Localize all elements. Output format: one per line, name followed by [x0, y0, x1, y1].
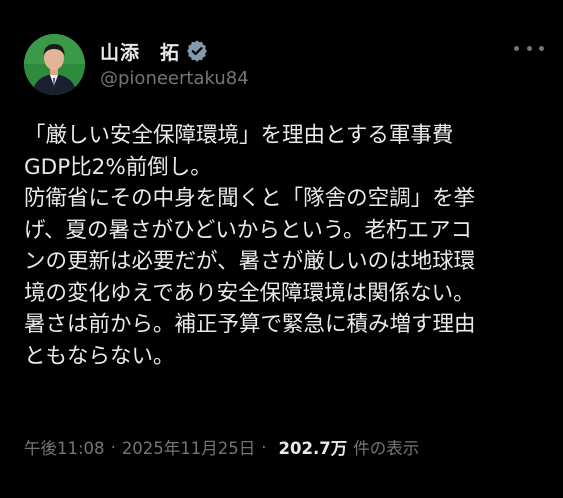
- post-text-line: 防衛省にその中身を聞くと「隊舎の空調」を挙: [24, 186, 476, 211]
- post-text: 「厳しい安全保障環境」を理由とする軍事費 GDP比2%前倒し。 防衛省にその中身…: [24, 120, 554, 372]
- post-text-line: GDP比2%前倒し。: [24, 154, 212, 180]
- verified-badge-icon: [186, 40, 208, 62]
- more-dot: [514, 45, 519, 51]
- more-options-icon[interactable]: [514, 40, 544, 56]
- view-count-label: 件の表示: [353, 439, 420, 458]
- post: 山添 拓 @pioneertaku84 「厳しい安全保障環境」を理由とする軍事費…: [0, 0, 563, 498]
- post-meta: 午後11:08 · 2025年11月25日 · 202.7万 件の表示: [24, 433, 419, 461]
- post-text-line: ともならない。: [24, 343, 175, 369]
- post-text-line: ンの更新は必要だが、暑さが厳しいのは地球環: [24, 249, 476, 274]
- post-header: 山添 拓 @pioneertaku84: [24, 34, 544, 98]
- more-dot: [526, 45, 532, 51]
- handle[interactable]: @pioneertaku84: [100, 68, 249, 89]
- name-row: 山添 拓: [100, 38, 208, 64]
- post-text-line: 「厳しい安全保障環境」を理由とする軍事費: [24, 123, 454, 148]
- post-text-line: げ、夏の暑さがひどいからという。老朽エアコ: [24, 217, 473, 243]
- meta-separator: ·: [110, 437, 116, 457]
- avatar[interactable]: [24, 34, 85, 95]
- meta-separator: ·: [261, 437, 267, 457]
- avatar-image: [24, 34, 85, 95]
- display-name[interactable]: 山添 拓: [100, 38, 180, 65]
- more-dot: [539, 45, 544, 51]
- post-time[interactable]: 午後11:08: [24, 435, 105, 459]
- post-text-line: 境の変化ゆえであり安全保障環境は関係ない。: [24, 280, 475, 306]
- post-text-line: 暑さは前から。補正予算で緊急に積み増す理由: [24, 312, 476, 337]
- post-date[interactable]: 2025年11月25日: [122, 435, 255, 459]
- view-count[interactable]: 202.7万: [279, 435, 348, 459]
